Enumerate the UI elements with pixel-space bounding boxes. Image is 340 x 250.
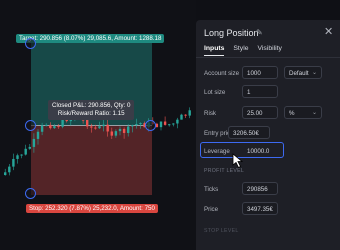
entry-left-handle[interactable] <box>25 120 36 131</box>
stop-label: Stop: 252.320 (7.87%) 25,232.0, Amount: … <box>26 204 158 213</box>
candle-body <box>40 125 44 132</box>
chart-area[interactable]: Target: 290.856 (8.07%) 29,085.6, Amount… <box>0 0 196 250</box>
leverage-label: Leverage <box>204 148 230 155</box>
account-size-mode-value: Default <box>289 70 309 77</box>
tabs-divider <box>196 57 340 58</box>
candle-body <box>53 126 56 129</box>
candle-body <box>86 119 89 127</box>
closed-pnl-label: Closed P&L: 290.856, Qty: 0 Risk/Reward … <box>48 100 135 120</box>
candle-body <box>8 166 11 173</box>
candle-body <box>90 126 93 128</box>
candle-body <box>176 119 179 124</box>
price-input[interactable]: 3497.35€ <box>242 202 278 215</box>
panel-tabs: Inputs Style Visibility <box>204 45 282 56</box>
candle-body <box>45 124 48 126</box>
mouse-cursor-icon <box>232 153 244 169</box>
bottom-left-handle[interactable] <box>25 188 36 199</box>
entry-price-input[interactable]: 3206.50€ <box>228 126 270 139</box>
candle-body <box>118 128 122 132</box>
risk-input[interactable]: 25.00 <box>242 106 278 119</box>
candle-body <box>61 119 64 127</box>
leverage-input[interactable]: 10000.0 <box>242 144 280 157</box>
lot-size-label: Lot size <box>204 89 226 96</box>
candle-body <box>163 121 167 125</box>
ticks-label: Ticks <box>204 186 219 193</box>
risk-unit-value: % <box>289 110 295 117</box>
settings-panel: Long Position ✎ ✕ Inputs Style Visibilit… <box>196 20 340 250</box>
risk-unit-select[interactable]: % ⌄ <box>284 106 322 119</box>
lot-size-input[interactable]: 1 <box>242 85 278 98</box>
tab-visibility[interactable]: Visibility <box>258 45 282 56</box>
account-size-input[interactable]: 1000 <box>242 66 278 79</box>
candle-body <box>20 154 23 156</box>
candle-body <box>94 127 97 129</box>
candle-body <box>28 146 31 149</box>
candle-body <box>32 138 36 147</box>
candle-body <box>57 126 60 128</box>
panel-title: Long Position <box>204 28 259 38</box>
candle-body <box>110 131 113 136</box>
tab-style[interactable]: Style <box>233 45 248 56</box>
candle-body <box>122 128 126 133</box>
pencil-icon[interactable]: ✎ <box>256 28 263 37</box>
candle-body <box>180 114 183 120</box>
chevron-down-icon: ⌄ <box>311 70 317 76</box>
candle-body <box>159 121 163 128</box>
top-left-handle[interactable] <box>25 38 36 49</box>
stop-level-header: STOP LEVEL <box>204 228 239 234</box>
risk-reward-line: Risk/Reward Ratio: 1.15 <box>57 110 125 117</box>
candle-body <box>114 131 118 136</box>
candle-body <box>172 123 175 125</box>
risk-label: Risk <box>204 110 217 117</box>
candle-body <box>188 110 191 116</box>
ticks-input[interactable]: 290856 <box>242 182 278 195</box>
candle-body <box>24 148 27 155</box>
chevron-down-icon: ⌄ <box>311 110 317 116</box>
candle-body <box>36 131 40 139</box>
entry-right-handle[interactable] <box>145 120 156 131</box>
candle-body <box>131 125 134 127</box>
candle-body <box>12 158 15 167</box>
candle-body <box>139 123 142 125</box>
price-label: Price <box>204 206 219 213</box>
candle-body <box>184 114 187 116</box>
candle-body <box>155 123 159 128</box>
candle-body <box>102 124 105 127</box>
account-size-label: Account size <box>204 70 240 77</box>
candle-body <box>135 124 138 126</box>
close-icon[interactable]: ✕ <box>324 25 333 38</box>
target-label: Target: 290.856 (8.07%) 29,085.6, Amount… <box>16 34 165 43</box>
candle-body <box>4 172 7 175</box>
candle-body <box>49 124 52 129</box>
candle-body <box>98 126 101 129</box>
closed-pnl-line: Closed P&L: 290.856, Qty: 0 <box>52 102 131 109</box>
candle-body <box>127 126 130 133</box>
candle-body <box>106 124 109 132</box>
candle-body <box>168 124 171 126</box>
candle-body <box>16 155 19 159</box>
tab-inputs[interactable]: Inputs <box>204 45 225 56</box>
account-size-mode-select[interactable]: Default ⌄ <box>284 66 322 79</box>
